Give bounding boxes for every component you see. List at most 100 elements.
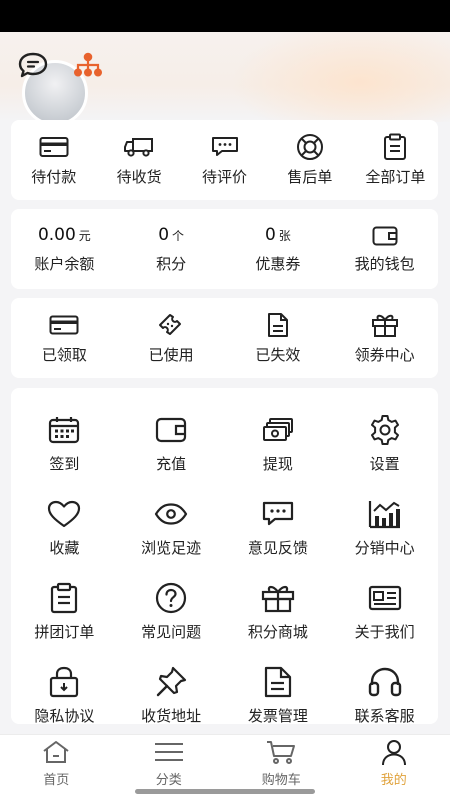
coupon-center[interactable]: 领券中心: [331, 298, 438, 378]
document-icon: [264, 666, 291, 697]
order-all[interactable]: 全部订单: [353, 120, 438, 200]
coupon-expired[interactable]: 已失效: [225, 298, 332, 378]
tool-label: 浏览足迹: [141, 538, 202, 557]
org-chart-button[interactable]: [70, 50, 106, 80]
gift-icon: [261, 585, 294, 612]
points-label: 积分: [156, 254, 187, 273]
tool-group-orders[interactable]: 拼团订单: [11, 570, 118, 654]
tool-about-us[interactable]: 关于我们: [331, 570, 438, 654]
tool-label: 积分商城: [247, 622, 308, 641]
document-icon: [267, 312, 288, 337]
tool-label: 隐私协议: [34, 706, 95, 725]
account-balance[interactable]: 0.00 元 账户余额: [11, 209, 118, 289]
status-bar: [0, 0, 450, 32]
lifebuoy-icon: [296, 133, 323, 160]
tab-home[interactable]: 首页: [0, 735, 113, 800]
header-background-glow: [230, 32, 450, 122]
wallet-icon: [156, 417, 187, 442]
order-pending-payment[interactable]: 待付款: [11, 120, 96, 200]
order-label: 待付款: [31, 167, 77, 186]
user-icon: [381, 740, 406, 766]
tool-invoice[interactable]: 发票管理: [225, 654, 332, 738]
tab-mine[interactable]: 我的: [338, 735, 450, 800]
tool-label: 收藏: [49, 538, 80, 557]
tool-distribution[interactable]: 分销中心: [331, 486, 438, 570]
menu-icon: [154, 743, 183, 761]
balance-unit: 元: [78, 228, 91, 243]
coupon-received[interactable]: 已领取: [11, 298, 118, 378]
tool-label: 关于我们: [354, 622, 415, 641]
truck-icon: [124, 137, 154, 157]
gift-icon: [371, 314, 398, 337]
tool-label: 拼团订单: [34, 622, 95, 641]
my-wallet[interactable]: 我的钱包: [331, 209, 438, 289]
coupons-unit: 张: [278, 228, 291, 243]
tab-label: 购物车: [261, 773, 301, 788]
balance-label: 账户余额: [34, 254, 95, 273]
balance-value: 0.00: [37, 224, 76, 245]
id-card-icon: [368, 585, 401, 610]
tool-label: 签到: [49, 454, 80, 473]
order-pending-receipt[interactable]: 待收货: [96, 120, 181, 200]
tab-label: 我的: [380, 773, 407, 788]
coupon-status-label: 领券中心: [354, 345, 415, 364]
tab-label: 首页: [43, 773, 70, 788]
orders-card: 待付款 待收货 待评价 售后单 全部订单: [11, 120, 438, 200]
coupon-status-card: 已领取 已使用 已失效 领券中心: [11, 298, 438, 378]
assets-card: 0.00 元 账户余额 0个 积分 0张 优惠券 我的钱包: [11, 209, 438, 289]
coupon-used[interactable]: 已使用: [118, 298, 225, 378]
tool-label: 充值: [156, 454, 187, 473]
tool-label: 收货地址: [141, 706, 202, 725]
tool-label: 设置: [369, 454, 400, 473]
tool-feedback[interactable]: 意见反馈: [225, 486, 332, 570]
tool-customer-service[interactable]: 联系客服: [331, 654, 438, 738]
card-icon: [39, 136, 69, 157]
wallet-label: 我的钱包: [354, 254, 415, 273]
tool-settings[interactable]: 设置: [331, 402, 438, 486]
tool-label: 发票管理: [247, 706, 308, 725]
profile-header: [0, 32, 450, 122]
tool-faq[interactable]: 常见问题: [118, 570, 225, 654]
tool-label: 分销中心: [354, 538, 415, 557]
tool-recharge[interactable]: 充值: [118, 402, 225, 486]
tool-checkin[interactable]: 签到: [11, 402, 118, 486]
points-value: 0: [158, 224, 170, 245]
tool-address[interactable]: 收货地址: [118, 654, 225, 738]
coupon-status-label: 已领取: [41, 345, 87, 364]
message-button[interactable]: [16, 50, 50, 80]
tab-label: 分类: [155, 773, 182, 788]
tool-points-mall[interactable]: 积分商城: [225, 570, 332, 654]
tool-label: 联系客服: [354, 706, 415, 725]
coupons[interactable]: 0张 优惠券: [225, 209, 332, 289]
chat-bubble-icon: [18, 52, 48, 78]
ticket-icon: [159, 313, 182, 335]
eye-icon: [155, 502, 188, 525]
cart-icon: [267, 741, 296, 764]
order-after-sales[interactable]: 售后单: [267, 120, 352, 200]
order-pending-review[interactable]: 待评价: [182, 120, 267, 200]
clipboard-icon: [51, 582, 78, 613]
calendar-icon: [49, 416, 80, 443]
heart-icon: [48, 500, 81, 527]
points-unit: 个: [172, 228, 185, 243]
question-icon: [156, 582, 187, 613]
tool-privacy[interactable]: 隐私协议: [11, 654, 118, 738]
bar-chart-icon: [368, 500, 400, 528]
comment-icon: [211, 136, 238, 156]
order-label: 待评价: [202, 167, 248, 186]
coupon-status-label: 已失效: [255, 345, 301, 364]
comment-icon: [262, 501, 293, 525]
gear-icon: [370, 414, 399, 445]
tool-history[interactable]: 浏览足迹: [118, 486, 225, 570]
card-icon: [49, 315, 79, 334]
tool-withdraw[interactable]: 提现: [225, 402, 332, 486]
cash-icon: [262, 417, 293, 441]
coupon-status-label: 已使用: [148, 345, 194, 364]
tool-label: 常见问题: [141, 622, 202, 641]
headset-icon: [368, 667, 401, 696]
tool-favorites[interactable]: 收藏: [11, 486, 118, 570]
home-indicator: [135, 789, 315, 794]
tools-card: 签到 充值 提现 设置 收藏 浏览足迹 意见反馈 分销中心 拼团订单 常见问题 …: [11, 388, 438, 725]
points[interactable]: 0个 积分: [118, 209, 225, 289]
clipboard-icon: [384, 133, 407, 160]
